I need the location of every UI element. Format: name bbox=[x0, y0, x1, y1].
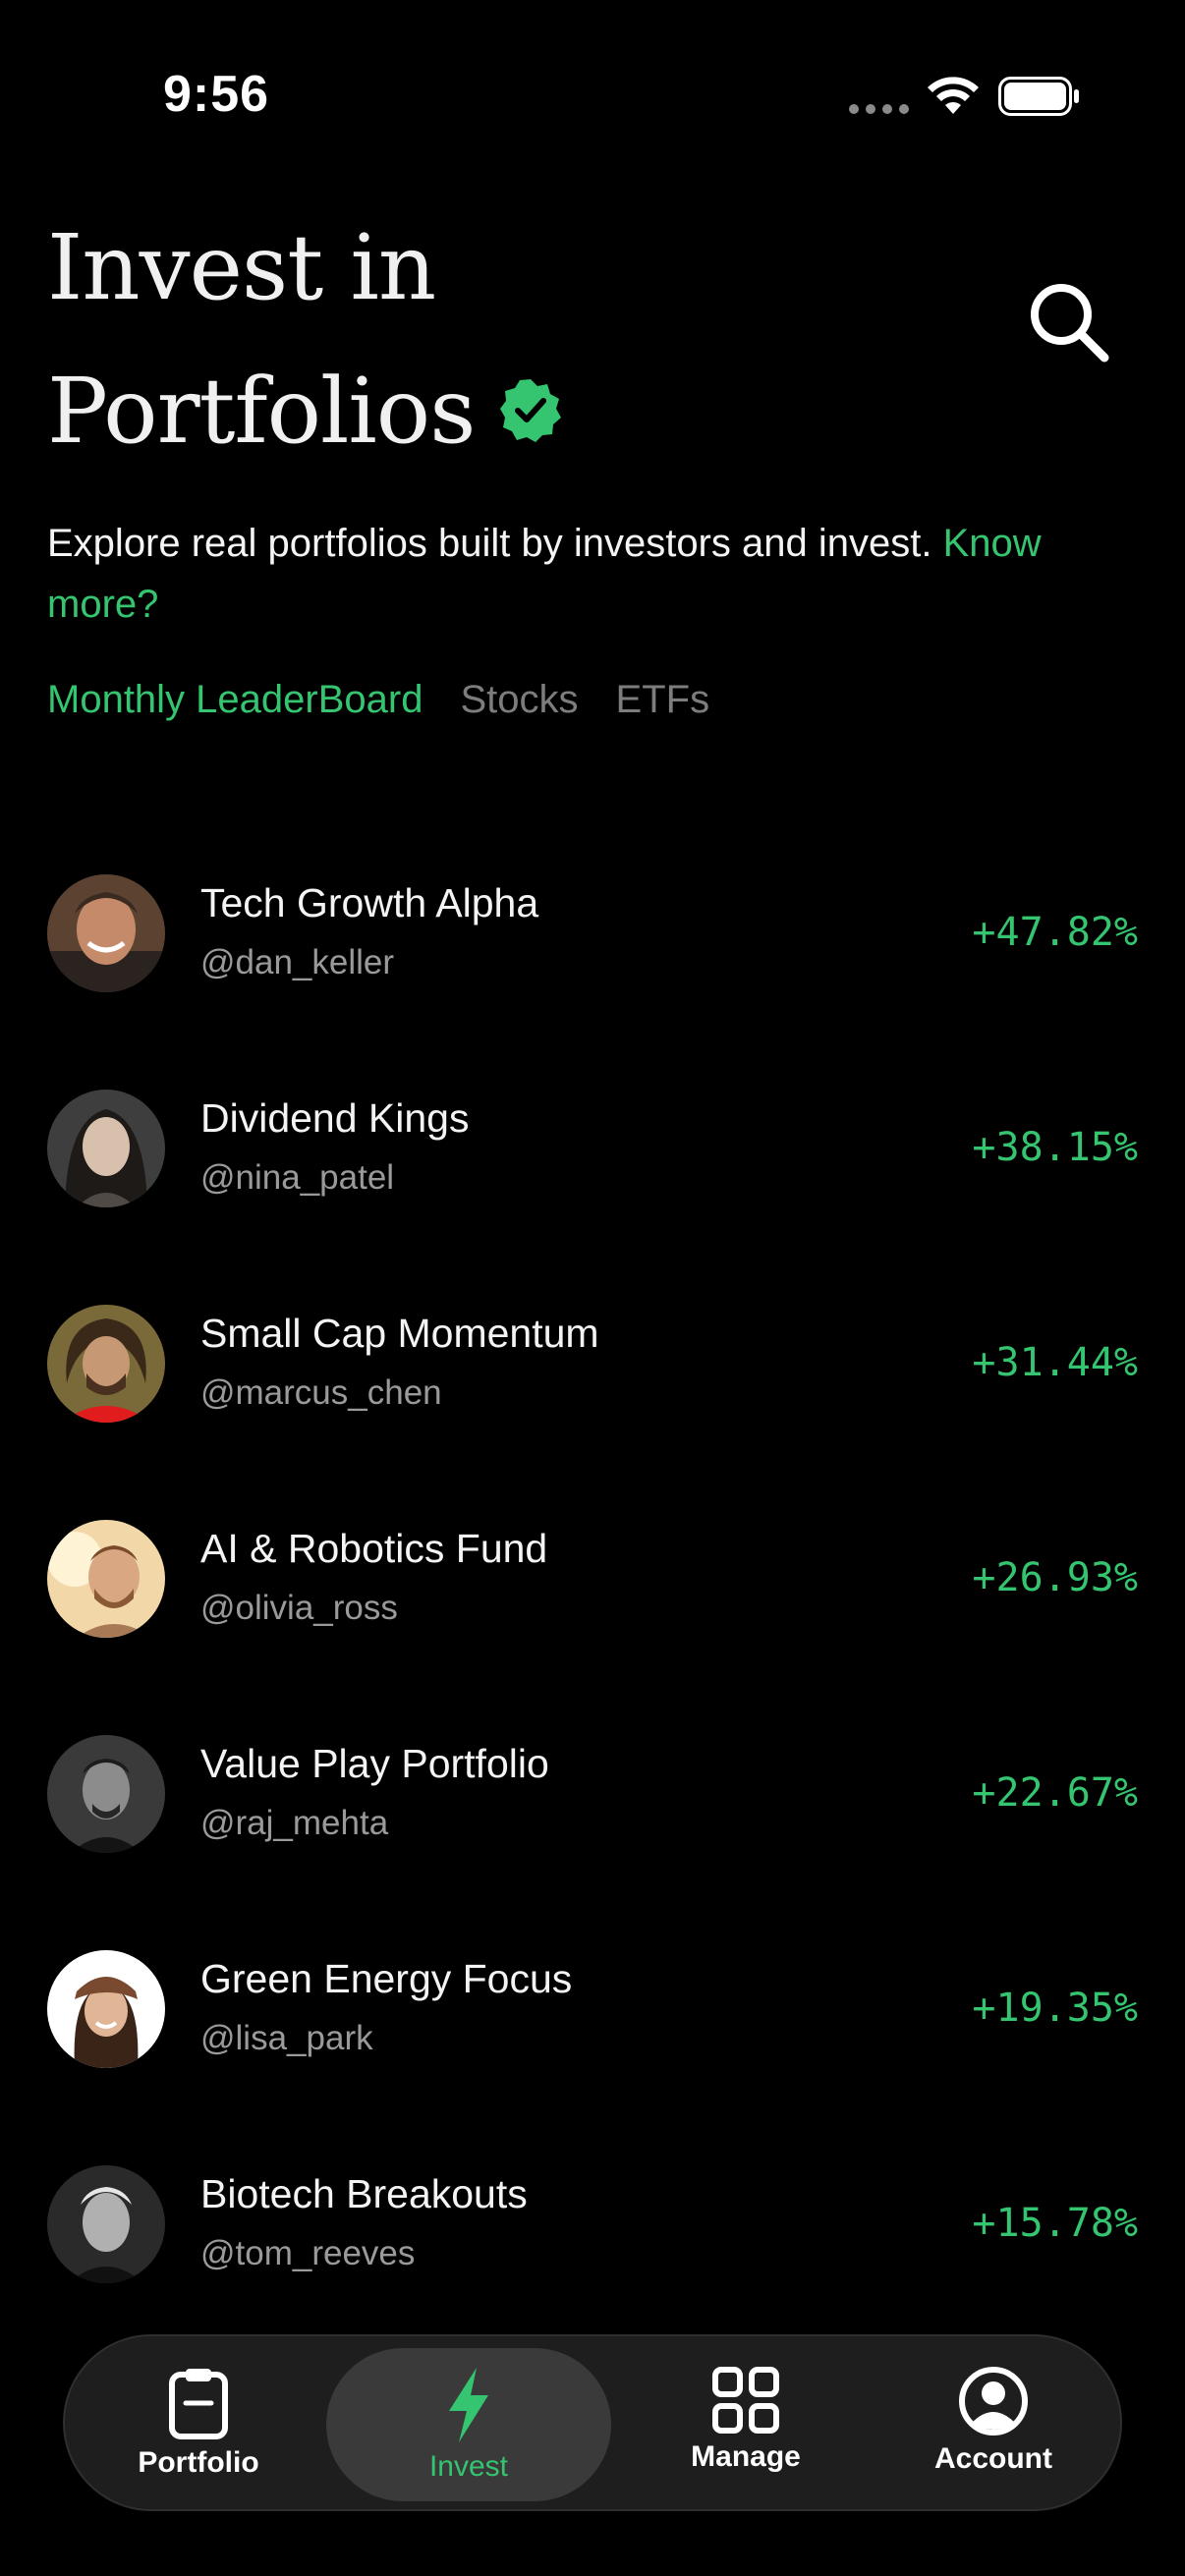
portfolio-return: +47.82% bbox=[972, 910, 1138, 955]
wifi-icon bbox=[928, 77, 979, 114]
list-item[interactable]: AI & Robotics Fund @olivia_ross +26.93% bbox=[0, 1502, 1185, 1717]
nav-account-label: Account bbox=[934, 2442, 1052, 2475]
portfolio-name: Tech Growth Alpha bbox=[200, 880, 539, 925]
status-bar: 9:56 bbox=[0, 0, 1185, 196]
page-title: Invest in Portfolios bbox=[47, 196, 563, 483]
page-title-line-2: Portfolios bbox=[47, 359, 476, 464]
page-description: Explore real portfolios built by investo… bbox=[47, 513, 1148, 635]
search-icon[interactable] bbox=[1022, 275, 1116, 369]
avatar bbox=[47, 1305, 165, 1423]
battery-icon bbox=[998, 77, 1079, 116]
verified-badge-icon bbox=[500, 379, 562, 443]
nav-invest[interactable]: Invest bbox=[326, 2348, 611, 2501]
portfolio-name: Small Cap Momentum bbox=[200, 1311, 599, 1356]
clipboard-icon bbox=[169, 2369, 228, 2439]
bottom-nav: Portfolio Invest Manage Account bbox=[63, 2334, 1122, 2511]
portfolio-handle: @dan_keller bbox=[200, 943, 395, 981]
description-text: Explore real portfolios built by investo… bbox=[47, 522, 943, 565]
portfolio-name: Green Energy Focus bbox=[200, 1956, 573, 2001]
avatar bbox=[47, 874, 165, 992]
user-circle-icon bbox=[959, 2367, 1028, 2436]
tab-etfs[interactable]: ETFs bbox=[616, 678, 710, 722]
status-time: 9:56 bbox=[163, 66, 270, 123]
portfolio-return: +26.93% bbox=[972, 1555, 1138, 1600]
nav-manage[interactable]: Manage bbox=[629, 2336, 863, 2513]
avatar bbox=[47, 1090, 165, 1207]
page-title-line-2-wrap: Portfolios bbox=[47, 340, 563, 483]
portfolio-handle: @marcus_chen bbox=[200, 1373, 442, 1412]
grid-icon bbox=[712, 2367, 779, 2434]
portfolio-handle: @raj_mehta bbox=[200, 1804, 389, 1842]
nav-invest-label: Invest bbox=[428, 2450, 509, 2483]
avatar bbox=[47, 2165, 165, 2283]
portfolio-handle: @lisa_park bbox=[200, 2019, 373, 2057]
nav-portfolio-label: Portfolio bbox=[138, 2446, 259, 2479]
avatar bbox=[47, 1520, 165, 1638]
portfolio-name: AI & Robotics Fund bbox=[200, 1526, 548, 1571]
list-item[interactable]: Dividend Kings @nina_patel +38.15% bbox=[0, 1072, 1185, 1287]
nav-account[interactable]: Account bbox=[882, 2336, 1104, 2513]
avatar bbox=[47, 1950, 165, 2068]
portfolio-return: +15.78% bbox=[972, 2201, 1138, 2246]
nav-manage-label: Manage bbox=[691, 2440, 801, 2473]
portfolio-handle: @nina_patel bbox=[200, 1158, 395, 1197]
list-item[interactable]: Tech Growth Alpha @dan_keller +47.82% bbox=[0, 857, 1185, 1072]
list-item[interactable]: Biotech Breakouts @tom_reeves +15.78% bbox=[0, 2148, 1185, 2363]
tab-stocks[interactable]: Stocks bbox=[460, 678, 578, 722]
avatar bbox=[47, 1735, 165, 1853]
tab-monthly-leaderboard[interactable]: Monthly LeaderBoard bbox=[47, 678, 423, 722]
portfolio-name: Dividend Kings bbox=[200, 1095, 470, 1141]
leaderboard-list: Tech Growth Alpha @dan_keller +47.82% Di… bbox=[0, 857, 1185, 2363]
portfolio-name: Value Play Portfolio bbox=[200, 1741, 549, 1786]
portfolio-return: +22.67% bbox=[972, 1770, 1138, 1816]
portfolio-return: +38.15% bbox=[972, 1125, 1138, 1170]
nav-portfolio[interactable]: Portfolio bbox=[85, 2336, 312, 2513]
lightning-icon bbox=[449, 2368, 488, 2442]
portfolio-name: Biotech Breakouts bbox=[200, 2171, 528, 2216]
portfolio-return: +19.35% bbox=[972, 1986, 1138, 2031]
cellular-icon bbox=[849, 104, 909, 114]
list-item[interactable]: Value Play Portfolio @raj_mehta +22.67% bbox=[0, 1717, 1185, 1932]
portfolio-handle: @olivia_ross bbox=[200, 1589, 398, 1627]
page-title-line-1: Invest in bbox=[47, 215, 436, 320]
portfolio-handle: @tom_reeves bbox=[200, 2234, 416, 2272]
list-item[interactable]: Small Cap Momentum @marcus_chen +31.44% bbox=[0, 1287, 1185, 1502]
tab-bar: Monthly LeaderBoard Stocks ETFs bbox=[47, 678, 709, 722]
portfolio-return: +31.44% bbox=[972, 1340, 1138, 1385]
list-item[interactable]: Green Energy Focus @lisa_park +19.35% bbox=[0, 1932, 1185, 2148]
